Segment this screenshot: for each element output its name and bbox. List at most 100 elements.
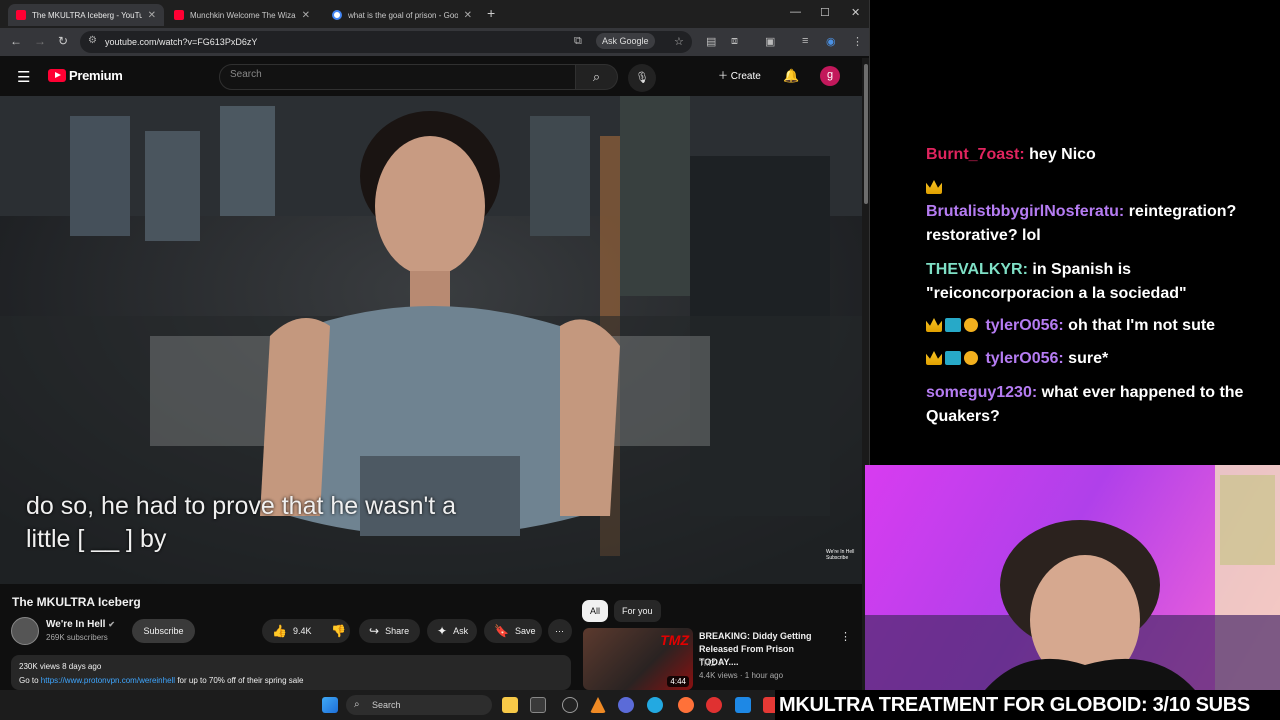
verified-icon: ✔ [717,659,725,668]
file-explorer-icon[interactable] [502,697,518,713]
reading-list-icon[interactable]: ≡ [802,35,808,47]
youtube-header: ☰ Premium ⌕ 🎙 ＋ Create 🔔 g [0,56,862,96]
site-info-icon[interactable]: ⚙ [88,35,97,46]
new-tab-icon[interactable]: + [487,5,495,21]
tab-mkultra-iceberg[interactable]: The MKULTRA Iceberg - YouTube ✕ [8,4,164,26]
tab-title: Munchkin Welcome The Wizard [190,10,296,20]
chat-message: THEVALKYR: in Spanish is "reiconcorporac… [926,258,1256,306]
thumbs-up-icon: 👍 [272,624,287,638]
channel-watermark[interactable]: We're In Hell Subscribe [826,549,862,561]
close-tab-icon[interactable]: ✕ [464,10,472,21]
close-window-icon[interactable]: ✕ [851,6,860,19]
url-text[interactable]: youtube.com/watch?v=FG613PxD6zY [105,37,257,47]
save-label: Save [514,626,536,636]
search-button[interactable]: ⌕ [576,64,618,90]
subscribe-button[interactable]: Subscribe [132,619,195,643]
like-button[interactable]: 👍 9.4K [262,619,324,643]
stream-goal-banner: MKULTRA TREATMENT FOR GLOBOID: 3/10 SUBS [775,690,1280,720]
chat-text: sure* [1068,350,1109,367]
channel-avatar[interactable] [11,617,39,645]
chat-username: tylerO056: [985,350,1064,367]
close-tab-icon[interactable]: ✕ [148,10,156,21]
chat-username: Burnt_7oast: [926,146,1025,163]
chip-for-you[interactable]: For you [614,600,661,622]
search-box[interactable] [219,64,576,90]
share-label: Share [385,626,410,636]
caption-line-2: little [ __ ] by [26,525,167,553]
gift-badge-icon [964,351,978,365]
windows-start-icon[interactable] [322,697,338,713]
views-and-date: 230K views 8 days ago [19,662,102,671]
profile-icon[interactable]: ◉ [826,35,836,48]
bookmark-icon: 🔖 [494,624,509,638]
chat-message: tylerO056: oh that I'm not sute [926,314,1256,338]
sponsor-link[interactable]: https://www.protonvpn.com/wereinhell [41,676,175,685]
tab-title: The MKULTRA Iceberg - YouTube [32,10,142,20]
bookmark-star-icon[interactable]: ☆ [674,35,684,48]
dislike-button[interactable]: 👎 [324,619,350,643]
tab-munchkin[interactable]: Munchkin Welcome The Wizard ✕ [166,4,318,26]
share-button[interactable]: ↪ Share [359,619,420,643]
back-icon[interactable]: ← [10,34,22,48]
maximize-icon[interactable]: ☐ [820,6,830,19]
taskbar-search[interactable]: ⌕ Search [346,695,492,715]
recommended-video-thumbnail[interactable]: TMZ 4:44 [583,628,693,690]
reload-icon[interactable]: ↻ [58,34,68,48]
chip-all[interactable]: All [582,600,609,622]
vpn-icon[interactable] [618,697,634,713]
account-avatar[interactable]: g [820,66,840,86]
more-vertical-icon[interactable]: ⋮ [840,630,851,643]
voice-search-button[interactable]: 🎙 [628,64,656,92]
video-player[interactable]: do so, he had to prove that he wasn't a … [0,96,862,584]
install-icon[interactable]: ⧉ [574,35,582,48]
crown-badge-icon [926,318,942,332]
forward-icon[interactable]: → [34,34,46,48]
minimize-icon[interactable]: — [790,6,801,18]
ask-google-button[interactable]: Ask Google [596,33,655,49]
search-input[interactable] [230,69,560,80]
microphone-icon: 🎙 [635,72,649,84]
search-icon: ⌕ [592,69,601,84]
webcam-overlay [865,465,1280,690]
chat-message: BrutalistbbygirlNosferatu: reintegration… [926,200,1256,248]
chat-message: Burnt_7oast: hey Nico [926,143,1256,167]
ask-button[interactable]: ✦ Ask [427,619,477,643]
closed-captions: do so, he had to prove that he wasn't a … [26,490,456,556]
hamburger-menu-icon[interactable]: ☰ [17,68,30,86]
recommended-channel-name: TMZ [699,659,716,668]
youtube-logo[interactable]: Premium [48,68,123,83]
share-icon: ↪ [369,624,380,638]
search-icon: ⌕ [354,699,360,710]
channel-name[interactable]: We're In Hell ✔ [46,619,115,630]
notifications-bell-icon[interactable]: 🔔 [783,68,799,84]
menu-kebab-icon[interactable]: ⋮ [852,35,863,48]
more-actions-button[interactable]: ⋯ [548,619,572,643]
vlc-icon[interactable] [590,697,606,713]
4k-app-icon[interactable] [562,697,578,713]
channel-name-text: We're In Hell [46,619,106,630]
close-tab-icon[interactable]: ✕ [302,10,310,21]
sparkle-icon: ✦ [437,624,448,638]
chat-text: hey Nico [1029,146,1096,163]
puzzle-icon[interactable]: ⧈ [731,35,738,48]
media-player-icon[interactable] [706,697,722,713]
vscode-icon[interactable] [735,697,751,713]
create-button[interactable]: ＋ Create [708,65,771,89]
create-label: Create [730,71,761,82]
logo-text: Premium [69,68,123,83]
edge-icon[interactable] [647,697,663,713]
like-count: 9.4K [292,626,312,636]
store-icon[interactable] [530,697,546,713]
tab-google-search[interactable]: what is the goal of prison - Google ✕ [324,4,480,26]
chat-message [926,176,1256,200]
chat-username: someguy1230: [926,384,1038,401]
save-button[interactable]: 🔖 Save [484,619,542,643]
chat-username: tylerO056: [985,317,1064,334]
firefox-icon[interactable] [678,697,694,713]
media-icon[interactable]: ▣ [765,35,775,48]
scrollbar-thumb[interactable] [864,64,868,204]
recommended-channel[interactable]: TMZ ✔ [699,659,724,668]
description-box[interactable]: 230K views 8 days ago Go to https://www.… [11,655,571,690]
extension-icon[interactable]: ▤ [706,35,716,48]
ask-google-label: Ask Google [602,36,649,46]
